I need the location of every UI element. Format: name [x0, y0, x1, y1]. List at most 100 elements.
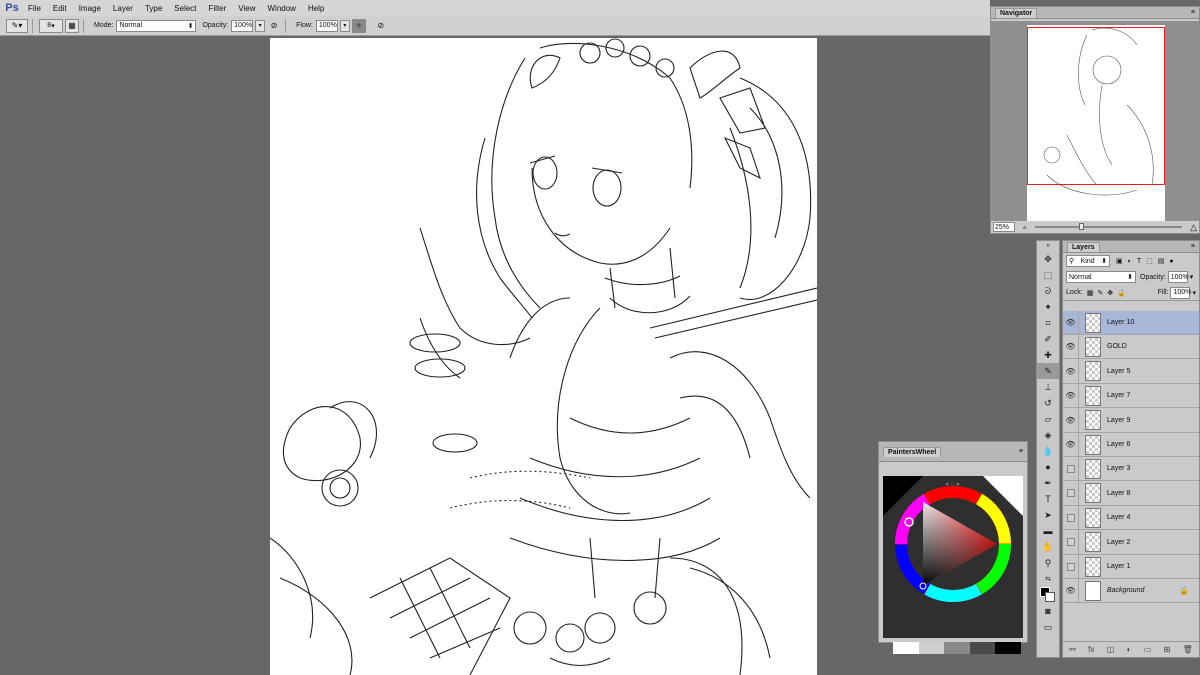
visibility-toggle[interactable]: [1063, 530, 1079, 555]
visibility-toggle[interactable]: [1063, 554, 1079, 579]
layer-row[interactable]: 👁 Background 🔒: [1063, 578, 1199, 604]
document-canvas[interactable]: [270, 38, 817, 675]
color-swatches[interactable]: [1037, 587, 1059, 603]
layer-row[interactable]: 👁 Layer 6: [1063, 432, 1199, 457]
lock-pixels-icon[interactable]: ✎: [1097, 289, 1103, 297]
pen-tool-icon[interactable]: ✒: [1037, 475, 1059, 491]
layer-row[interactable]: 👁 Layer 7: [1063, 383, 1199, 409]
adjustment-layer-icon[interactable]: ◐: [1127, 645, 1132, 654]
zoom-slider[interactable]: [1034, 223, 1183, 230]
layer-opacity-field[interactable]: 100%: [1167, 271, 1189, 283]
layer-name[interactable]: Layer 9: [1107, 417, 1130, 424]
smart-object-filter-icon[interactable]: ▤: [1158, 257, 1165, 265]
blend-mode-select[interactable]: Normal ⬍: [1066, 271, 1136, 283]
fill-dropdown-icon[interactable]: ▾: [1192, 289, 1196, 297]
navigator-tab[interactable]: Navigator: [995, 7, 1038, 18]
type-filter-icon[interactable]: T: [1137, 258, 1141, 265]
paint-bucket-tool-icon[interactable]: ◈: [1037, 427, 1059, 443]
swap-colors-icon[interactable]: ⇆: [1037, 571, 1059, 587]
painters-wheel-tab[interactable]: PaintersWheel: [883, 446, 942, 457]
lock-transparent-icon[interactable]: ▦: [1087, 289, 1094, 297]
crop-tool-icon[interactable]: ⌗: [1037, 315, 1059, 331]
visibility-toggle[interactable]: [1063, 456, 1079, 481]
visibility-toggle[interactable]: [1063, 481, 1079, 506]
pressure-size-icon[interactable]: ⊘: [374, 19, 388, 33]
color-wheel[interactable]: ◂ ○ ▸: [883, 476, 1023, 638]
layer-name[interactable]: Layer 1: [1107, 563, 1130, 570]
screen-mode-icon[interactable]: ▭: [1037, 619, 1059, 635]
layer-row[interactable]: Layer 3: [1063, 456, 1199, 482]
layer-name[interactable]: Layer 7: [1107, 392, 1130, 399]
swatch-black[interactable]: [995, 642, 1021, 654]
panel-menu-icon[interactable]: ≡: [1191, 9, 1195, 16]
layer-name[interactable]: Layer 2: [1107, 539, 1130, 546]
lasso-tool-icon[interactable]: ᘐ: [1037, 283, 1059, 299]
eye-icon[interactable]: 👁: [1063, 359, 1079, 384]
zoom-in-icon[interactable]: △: [1190, 222, 1197, 233]
layer-name[interactable]: Layer 6: [1107, 441, 1130, 448]
brush-size-picker[interactable]: 8 ▾: [39, 18, 63, 33]
add-mask-icon[interactable]: ◫: [1107, 645, 1115, 654]
swatch-gray[interactable]: [944, 642, 970, 654]
menu-filter[interactable]: Filter: [203, 4, 233, 13]
blur-tool-icon[interactable]: 💧: [1037, 443, 1059, 459]
layer-name[interactable]: Layer 3: [1107, 465, 1130, 472]
layers-tab[interactable]: Layers: [1067, 241, 1100, 252]
brush-tool-icon[interactable]: ✎: [1037, 363, 1059, 379]
shape-tool-icon[interactable]: ▬: [1037, 523, 1059, 539]
shape-filter-icon[interactable]: ⬚: [1146, 257, 1153, 265]
layer-row[interactable]: Layer 1: [1063, 554, 1199, 579]
layer-name[interactable]: Layer 10: [1107, 319, 1134, 326]
layer-row[interactable]: 👁 Layer 10: [1063, 310, 1199, 335]
eye-icon[interactable]: 👁: [1063, 432, 1079, 457]
swatch-white[interactable]: [893, 642, 919, 654]
navigator-view-rectangle[interactable]: [1027, 27, 1165, 185]
layer-style-icon[interactable]: fx: [1088, 645, 1094, 654]
marquee-tool-icon[interactable]: ⬚: [1037, 267, 1059, 283]
layer-row[interactable]: 👁 GOLD: [1063, 334, 1199, 360]
brush-preset-icon[interactable]: ✎▾: [6, 18, 28, 33]
layer-row[interactable]: Layer 4: [1063, 505, 1199, 531]
menu-type[interactable]: Type: [139, 4, 168, 13]
menu-view[interactable]: View: [232, 4, 261, 13]
clone-stamp-tool-icon[interactable]: ⊥: [1037, 379, 1059, 395]
flow-dropdown-icon[interactable]: ▾: [339, 19, 350, 32]
eraser-tool-icon[interactable]: ▱: [1037, 411, 1059, 427]
opacity-dropdown-icon[interactable]: ▾: [1190, 273, 1194, 281]
lock-position-icon[interactable]: ✥: [1107, 289, 1113, 297]
eye-icon[interactable]: 👁: [1063, 310, 1079, 335]
layer-row[interactable]: 👁 Layer 9: [1063, 408, 1199, 433]
opacity-dropdown-icon[interactable]: ▾: [255, 19, 266, 32]
brush-panel-icon[interactable]: ▦: [65, 18, 79, 33]
painters-wheel-body[interactable]: ◂ ○ ▸: [883, 476, 1023, 654]
layer-row[interactable]: Layer 2: [1063, 530, 1199, 555]
history-brush-tool-icon[interactable]: ↺: [1037, 395, 1059, 411]
flow-field[interactable]: 100%: [315, 19, 338, 32]
path-selection-tool-icon[interactable]: ➤: [1037, 507, 1059, 523]
move-tool-icon[interactable]: ✥: [1037, 251, 1059, 267]
menu-layer[interactable]: Layer: [107, 4, 139, 13]
zoom-tool-icon[interactable]: ⚲: [1037, 555, 1059, 571]
pressure-opacity-icon[interactable]: ⊘: [267, 19, 281, 33]
quick-select-tool-icon[interactable]: ✦: [1037, 299, 1059, 315]
menu-help[interactable]: Help: [302, 4, 330, 13]
menu-edit[interactable]: Edit: [47, 4, 73, 13]
zoom-slider-knob[interactable]: [1078, 223, 1084, 230]
zoom-out-icon[interactable]: ▵: [1023, 223, 1027, 231]
menu-window[interactable]: Window: [262, 4, 302, 13]
navigator-preview[interactable]: [991, 21, 1199, 227]
background-color-swatch[interactable]: [1045, 592, 1055, 602]
new-layer-icon[interactable]: ⊞: [1164, 645, 1171, 654]
dodge-tool-icon[interactable]: ●: [1037, 459, 1059, 475]
menu-select[interactable]: Select: [168, 4, 202, 13]
layer-name[interactable]: Layer 4: [1107, 514, 1130, 521]
hand-tool-icon[interactable]: ✋: [1037, 539, 1059, 555]
quick-mask-icon[interactable]: ◙: [1037, 603, 1059, 619]
lock-all-icon[interactable]: 🔒: [1117, 289, 1126, 297]
fill-field[interactable]: 100%: [1170, 286, 1191, 299]
swatch-light-gray[interactable]: [918, 642, 945, 654]
zoom-field[interactable]: 25%: [993, 222, 1015, 232]
layer-row[interactable]: Layer 8: [1063, 481, 1199, 506]
delete-layer-icon[interactable]: 🗑: [1183, 645, 1193, 654]
link-layers-icon[interactable]: ⚯: [1069, 645, 1076, 654]
